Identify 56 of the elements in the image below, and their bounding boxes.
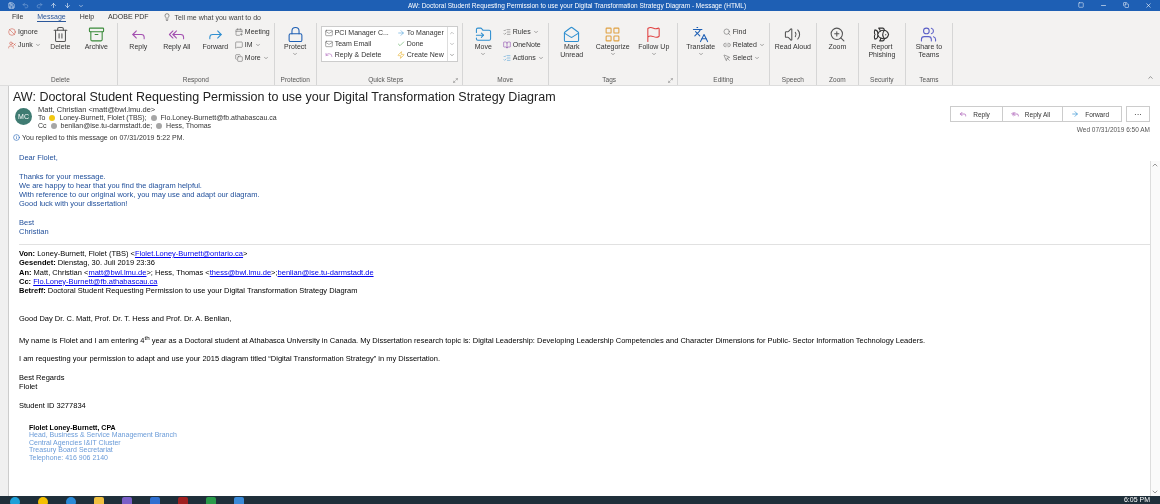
chat-icon	[234, 40, 243, 49]
lightning-icon	[396, 50, 405, 59]
calendar-icon	[234, 27, 243, 36]
related-icon	[722, 40, 731, 49]
zoom-icon	[828, 26, 846, 43]
ribbon-display-icon[interactable]	[1078, 2, 1084, 8]
lock-icon	[286, 26, 304, 43]
categories-icon	[604, 26, 622, 43]
reply-arrow-icon	[324, 50, 333, 59]
scroll-up-icon[interactable]	[449, 29, 456, 36]
translate-icon	[692, 26, 710, 43]
scroll-up-icon[interactable]	[1151, 161, 1159, 169]
envelope-icon	[563, 26, 581, 43]
undo-icon[interactable]	[22, 2, 29, 9]
arrow-icon	[1071, 110, 1080, 118]
envelope-icon	[324, 39, 333, 48]
ignore-icon	[8, 27, 16, 36]
pointer-icon	[722, 53, 731, 62]
flag-icon	[645, 26, 663, 43]
trash-icon	[51, 26, 69, 43]
collapse-icon[interactable]	[1147, 74, 1154, 81]
launcher-icon[interactable]	[452, 77, 458, 83]
more-icon	[234, 53, 243, 62]
info-icon	[13, 134, 20, 141]
redo-icon[interactable]	[36, 2, 43, 9]
taskbar-app-icon[interactable]	[66, 497, 76, 504]
actions-icon	[502, 53, 511, 62]
expand-icon[interactable]	[449, 52, 456, 59]
caret-icon[interactable]	[78, 2, 84, 9]
rules-icon	[502, 27, 511, 36]
arrow-icon	[396, 28, 405, 37]
reply-icon	[959, 110, 968, 118]
minimize-icon[interactable]	[1100, 2, 1107, 9]
taskbar-app-icon[interactable]	[10, 497, 20, 504]
archive-icon	[87, 26, 105, 43]
reply-all-icon	[1010, 110, 1019, 118]
envelope-icon	[324, 28, 333, 37]
check-icon	[396, 39, 405, 48]
down-arrow-icon[interactable]	[64, 2, 71, 9]
search-icon	[722, 27, 731, 36]
message-subject: AW: Doctoral Student Requesting Permission to use your Digital Transformation Strategy Diagram	[12, 89, 557, 104]
teams-icon	[920, 26, 938, 43]
close-icon[interactable]	[1145, 2, 1152, 9]
launcher-icon[interactable]	[667, 77, 673, 83]
restore-icon[interactable]	[1123, 2, 1129, 8]
save-icon[interactable]	[8, 2, 15, 9]
junk-icon	[8, 40, 16, 49]
speaker-icon	[784, 26, 802, 43]
taskbar-app-icon[interactable]	[38, 497, 48, 504]
up-arrow-icon[interactable]	[50, 2, 57, 9]
fish-icon	[873, 26, 891, 43]
lightbulb-icon	[162, 13, 171, 21]
more-button[interactable]: ···	[1126, 106, 1150, 122]
folder-icon	[474, 26, 492, 43]
scroll-down-icon[interactable]	[449, 41, 456, 47]
scroll-down-icon[interactable]	[1151, 488, 1159, 496]
